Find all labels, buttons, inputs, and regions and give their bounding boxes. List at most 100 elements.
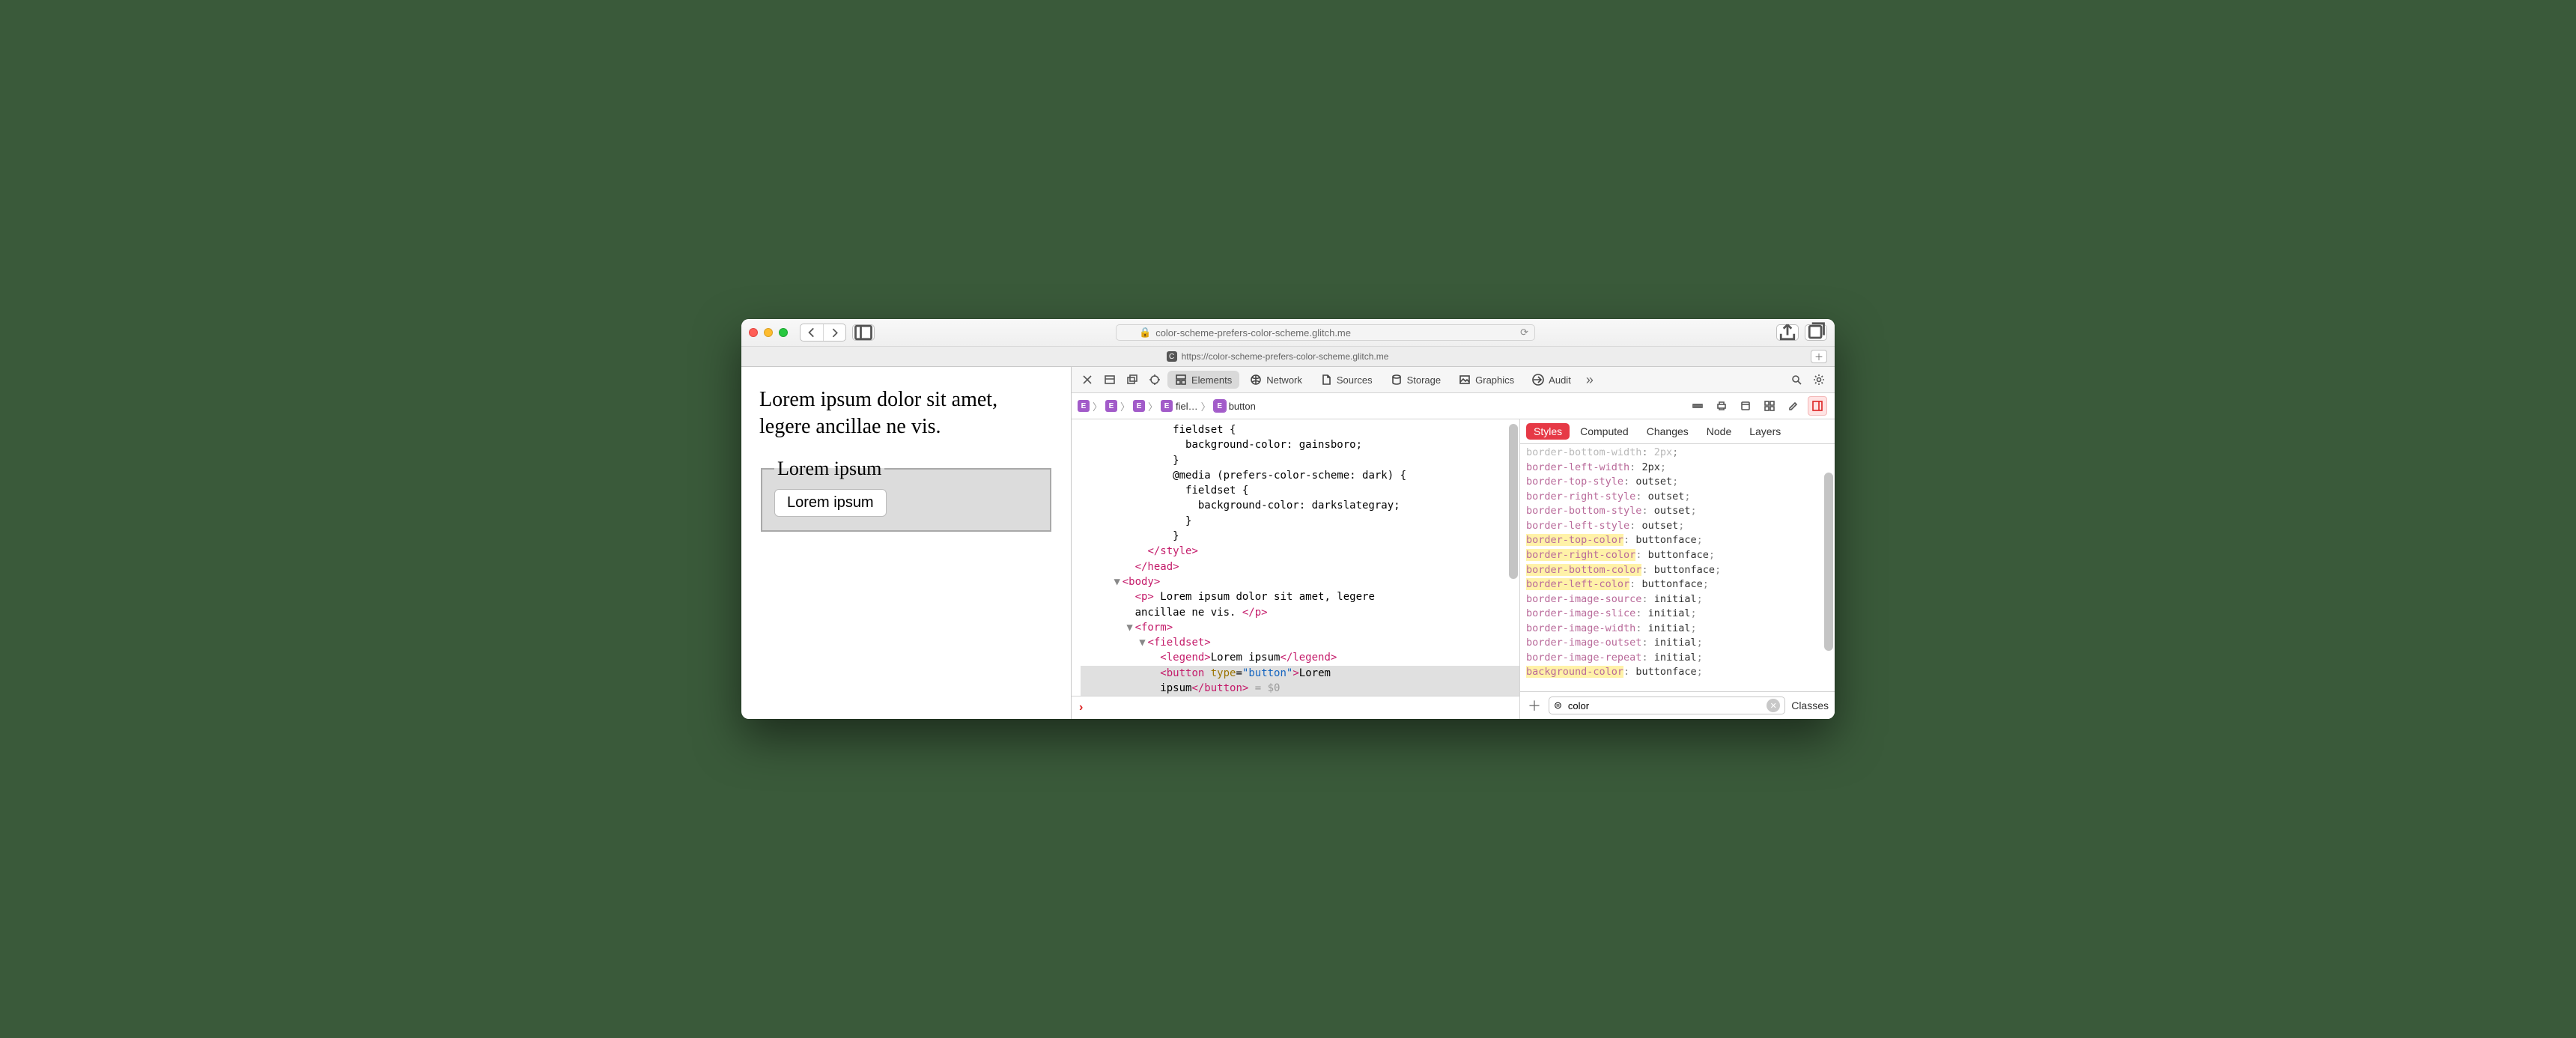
clear-filter-button[interactable]: ✕	[1767, 699, 1780, 712]
page-button[interactable]: Lorem ipsum	[774, 489, 887, 517]
browser-window: 🔒 color-scheme-prefers-color-scheme.glit…	[741, 319, 1835, 719]
style-property[interactable]: border-left-style: outset;	[1526, 519, 1829, 534]
breadcrumb-item[interactable]: Ebutton	[1214, 400, 1256, 412]
minimize-window-button[interactable]	[764, 328, 773, 337]
page-form: Lorem ipsum Lorem ipsum	[759, 458, 1053, 532]
style-property[interactable]: border-bottom-width: 2px;	[1526, 446, 1829, 461]
close-window-button[interactable]	[749, 328, 758, 337]
breadcrumb-label: fiel…	[1176, 401, 1198, 412]
tab-network[interactable]: Network	[1242, 371, 1310, 389]
styles-scrollbar[interactable]	[1824, 449, 1833, 687]
side-tab-computed[interactable]: Computed	[1573, 423, 1636, 440]
tab-audit-label: Audit	[1549, 374, 1571, 386]
target-picker-button[interactable]	[1145, 370, 1164, 389]
reload-button[interactable]: ⟳	[1520, 327, 1528, 339]
zoom-window-button[interactable]	[779, 328, 788, 337]
search-button[interactable]	[1787, 370, 1806, 389]
dom-line[interactable]: fieldset {	[1081, 483, 1519, 498]
devtools-subheader: E〉E〉E〉Efiel…〉Ebutton	[1072, 393, 1835, 419]
dom-line[interactable]: <button type="button">Lorem	[1081, 666, 1519, 681]
compositing-button[interactable]	[1760, 396, 1779, 416]
share-button[interactable]	[1776, 324, 1799, 341]
panel-toggle-button[interactable]	[1808, 396, 1827, 416]
close-devtools-button[interactable]	[1078, 370, 1097, 389]
console-input-row[interactable]: ›	[1072, 696, 1519, 719]
dom-line[interactable]: }	[1081, 529, 1519, 544]
style-property[interactable]: border-image-repeat: initial;	[1526, 651, 1829, 666]
element-badge: E	[1105, 400, 1117, 412]
dom-line[interactable]: fieldset {	[1081, 422, 1519, 437]
window-controls	[749, 328, 788, 337]
tab-audit[interactable]: Audit	[1525, 371, 1579, 389]
style-property[interactable]: border-right-color: buttonface;	[1526, 548, 1829, 563]
tab-elements[interactable]: Elements	[1167, 371, 1239, 389]
dom-line[interactable]: }	[1081, 453, 1519, 468]
dom-line[interactable]: ▼<form>	[1081, 620, 1519, 635]
dom-line[interactable]: ipsum</button> = $0	[1081, 681, 1519, 696]
address-text: color-scheme-prefers-color-scheme.glitch…	[1155, 327, 1351, 339]
side-tab-node[interactable]: Node	[1699, 423, 1739, 440]
new-tab-button[interactable]: ＋	[1811, 350, 1827, 363]
styles-filter[interactable]: ⊜ ✕	[1549, 696, 1785, 714]
styles-filter-input[interactable]	[1567, 699, 1762, 712]
side-tab-styles[interactable]: Styles	[1526, 423, 1570, 440]
element-badge: E	[1133, 400, 1145, 412]
rulers-button[interactable]	[1688, 396, 1707, 416]
dom-line[interactable]: background-color: gainsboro;	[1081, 437, 1519, 452]
nav-back-forward	[800, 324, 846, 342]
paint-flashing-button[interactable]	[1784, 396, 1803, 416]
styles-list[interactable]: border-bottom-width: 2px;border-left-wid…	[1520, 444, 1835, 691]
new-rule-button[interactable]: ＋	[1526, 697, 1543, 714]
style-property[interactable]: border-bottom-color: buttonface;	[1526, 563, 1829, 578]
style-property[interactable]: border-left-color: buttonface;	[1526, 577, 1829, 592]
dom-line[interactable]: </style>	[1081, 544, 1519, 559]
dock-side-button[interactable]	[1100, 370, 1120, 389]
storage-icon	[1391, 374, 1403, 386]
dom-line[interactable]: <p> Lorem ipsum dolor sit amet, legere	[1081, 589, 1519, 604]
dom-line[interactable]: @media (prefers-color-scheme: dark) {	[1081, 468, 1519, 483]
side-tab-changes[interactable]: Changes	[1639, 423, 1696, 440]
element-badge: E	[1078, 400, 1090, 412]
style-property[interactable]: border-right-style: outset;	[1526, 490, 1829, 505]
dom-scrollbar[interactable]	[1509, 424, 1518, 691]
breadcrumb-item[interactable]: Efiel…	[1161, 400, 1198, 412]
style-property[interactable]: border-left-width: 2px;	[1526, 461, 1829, 476]
browser-tab[interactable]: C https://color-scheme-prefers-color-sch…	[749, 351, 1806, 362]
tab-graphics[interactable]: Graphics	[1451, 371, 1522, 389]
dom-line[interactable]: }	[1081, 514, 1519, 529]
sidebar-toggle-button[interactable]	[852, 324, 875, 341]
print-styles-button[interactable]	[1712, 396, 1731, 416]
style-property[interactable]: border-image-outset: initial;	[1526, 636, 1829, 651]
dom-line[interactable]: </head>	[1081, 559, 1519, 574]
breadcrumb-item[interactable]: E	[1133, 400, 1145, 412]
forward-button[interactable]	[823, 324, 845, 341]
classes-toggle[interactable]: Classes	[1791, 699, 1829, 711]
breadcrumb-item[interactable]: E	[1105, 400, 1117, 412]
tab-storage-label: Storage	[1407, 374, 1442, 386]
address-bar[interactable]: 🔒 color-scheme-prefers-color-scheme.glit…	[1116, 324, 1535, 341]
style-property[interactable]: border-top-color: buttonface;	[1526, 533, 1829, 548]
dom-line[interactable]: background-color: darkslategray;	[1081, 498, 1519, 513]
dom-line[interactable]: ▼<body>	[1081, 574, 1519, 589]
style-property[interactable]: border-image-source: initial;	[1526, 592, 1829, 607]
style-property[interactable]: border-top-style: outset;	[1526, 475, 1829, 490]
dock-popout-button[interactable]	[1123, 370, 1142, 389]
tab-sources[interactable]: Sources	[1313, 371, 1380, 389]
tabs-overview-button[interactable]	[1805, 324, 1827, 341]
side-tab-layers[interactable]: Layers	[1742, 423, 1788, 440]
dom-line[interactable]: ▼<fieldset>	[1081, 635, 1519, 650]
breadcrumb-item[interactable]: E	[1078, 400, 1090, 412]
dom-line[interactable]: ancillae ne vis. </p>	[1081, 605, 1519, 620]
tabs-overflow-button[interactable]: »	[1582, 372, 1598, 388]
style-property[interactable]: border-image-slice: initial;	[1526, 607, 1829, 622]
dom-tree[interactable]: fieldset { background-color: gainsboro; …	[1072, 419, 1519, 696]
style-property[interactable]: border-image-width: initial;	[1526, 622, 1829, 637]
dom-line[interactable]: <legend>Lorem ipsum</legend>	[1081, 650, 1519, 665]
graphics-icon	[1459, 374, 1471, 386]
force-appearance-button[interactable]	[1736, 396, 1755, 416]
settings-button[interactable]	[1809, 370, 1829, 389]
style-property[interactable]: border-bottom-style: outset;	[1526, 504, 1829, 519]
tab-storage[interactable]: Storage	[1383, 371, 1449, 389]
back-button[interactable]	[801, 324, 823, 341]
style-property[interactable]: background-color: buttonface;	[1526, 665, 1829, 680]
